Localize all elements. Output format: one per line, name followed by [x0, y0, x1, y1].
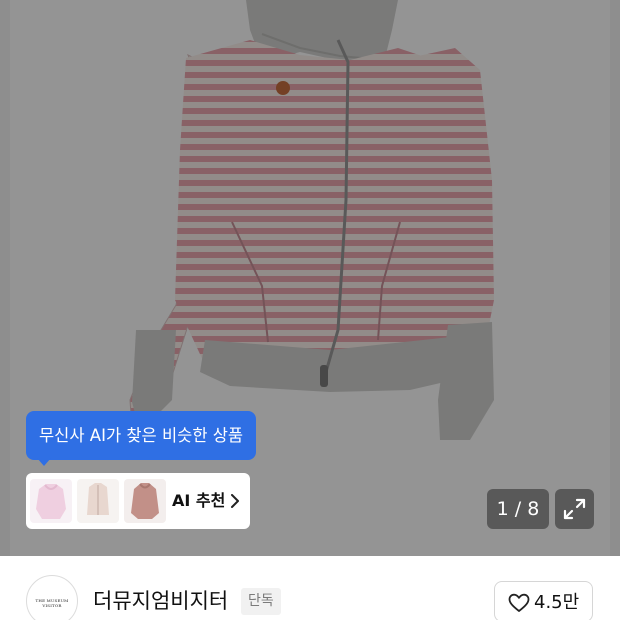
- brand-logo[interactable]: THE MUSEUM VISITOR: [26, 575, 78, 620]
- image-page-counter: 1 / 8: [487, 489, 549, 529]
- ai-thumbnail-2[interactable]: [77, 479, 119, 523]
- ai-thumbnail-1[interactable]: [30, 479, 72, 523]
- ai-recommendation-card[interactable]: AI 추천: [26, 473, 250, 529]
- ai-recommendation-label[interactable]: AI 추천: [172, 473, 225, 529]
- ai-tooltip-tail: [37, 458, 51, 466]
- ai-thumbnail-3[interactable]: [124, 479, 166, 523]
- like-button[interactable]: 4.5만: [494, 581, 593, 620]
- expand-arrows-icon: [563, 498, 586, 520]
- chevron-right-icon[interactable]: [230, 494, 240, 508]
- brand-logo-text: THE MUSEUM VISITOR: [35, 598, 69, 608]
- heart-outline-icon: [508, 593, 530, 612]
- product-image-gallery[interactable]: 무신사 AI가 찾은 비슷한 상품 AI 추천 1 / 8: [0, 0, 620, 556]
- brand-name[interactable]: 더뮤지엄비지터: [93, 586, 228, 616]
- exclusive-badge: 단독: [241, 588, 281, 615]
- ai-tooltip[interactable]: 무신사 AI가 찾은 비슷한 상품: [26, 411, 257, 460]
- like-count: 4.5만: [534, 592, 580, 613]
- expand-image-button[interactable]: [555, 489, 594, 529]
